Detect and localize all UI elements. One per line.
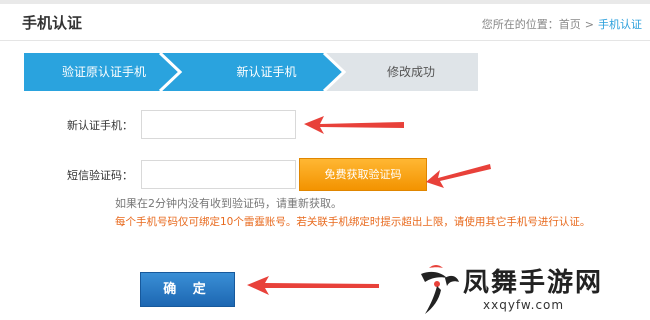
sms-code-input[interactable] [141, 160, 296, 189]
step-verify-old-phone: 验证原认证手机 [61, 65, 146, 79]
step-new-phone: 新认证手机 [236, 65, 297, 79]
watermark-url: xxqyfw.com [483, 298, 565, 312]
header-divider [0, 40, 650, 41]
red-arrow-icon [426, 164, 491, 188]
new-phone-label: 新认证手机： [67, 119, 133, 132]
top-border [0, 0, 650, 4]
breadcrumb-separator: > [584, 18, 594, 31]
sms-code-label: 短信验证码： [67, 169, 133, 182]
phoenix-logo-icon [421, 265, 459, 314]
breadcrumb-prefix: 您所在的位置： [481, 18, 559, 31]
step-success: 修改成功 [386, 65, 435, 79]
red-arrow-icon [304, 116, 404, 134]
binding-limit-warning: 每个手机号码仅可绑定10个雷霆账号。若关联手机绑定时提示超出上限，请使用其它手机… [115, 216, 591, 228]
new-phone-input[interactable] [141, 110, 296, 139]
site-watermark: 凤舞手游网 xxqyfw.com [415, 258, 645, 318]
confirm-button[interactable]: 确 定 [140, 272, 235, 307]
breadcrumb-home-link[interactable]: 首页 [559, 18, 581, 31]
get-code-button[interactable]: 免费获取验证码 [299, 158, 427, 191]
resend-hint: 如果在2分钟内没有收到验证码，请重新获取。 [115, 197, 342, 210]
page-title: 手机认证 [22, 14, 83, 32]
breadcrumb-current[interactable]: 手机认证 [598, 18, 642, 31]
step-progress: 验证原认证手机 新认证手机 修改成功 [24, 53, 478, 91]
breadcrumb: 您所在的位置：首页 > 手机认证 [482, 16, 642, 32]
watermark-name: 凤舞手游网 [463, 268, 604, 298]
red-arrow-icon [247, 276, 379, 295]
